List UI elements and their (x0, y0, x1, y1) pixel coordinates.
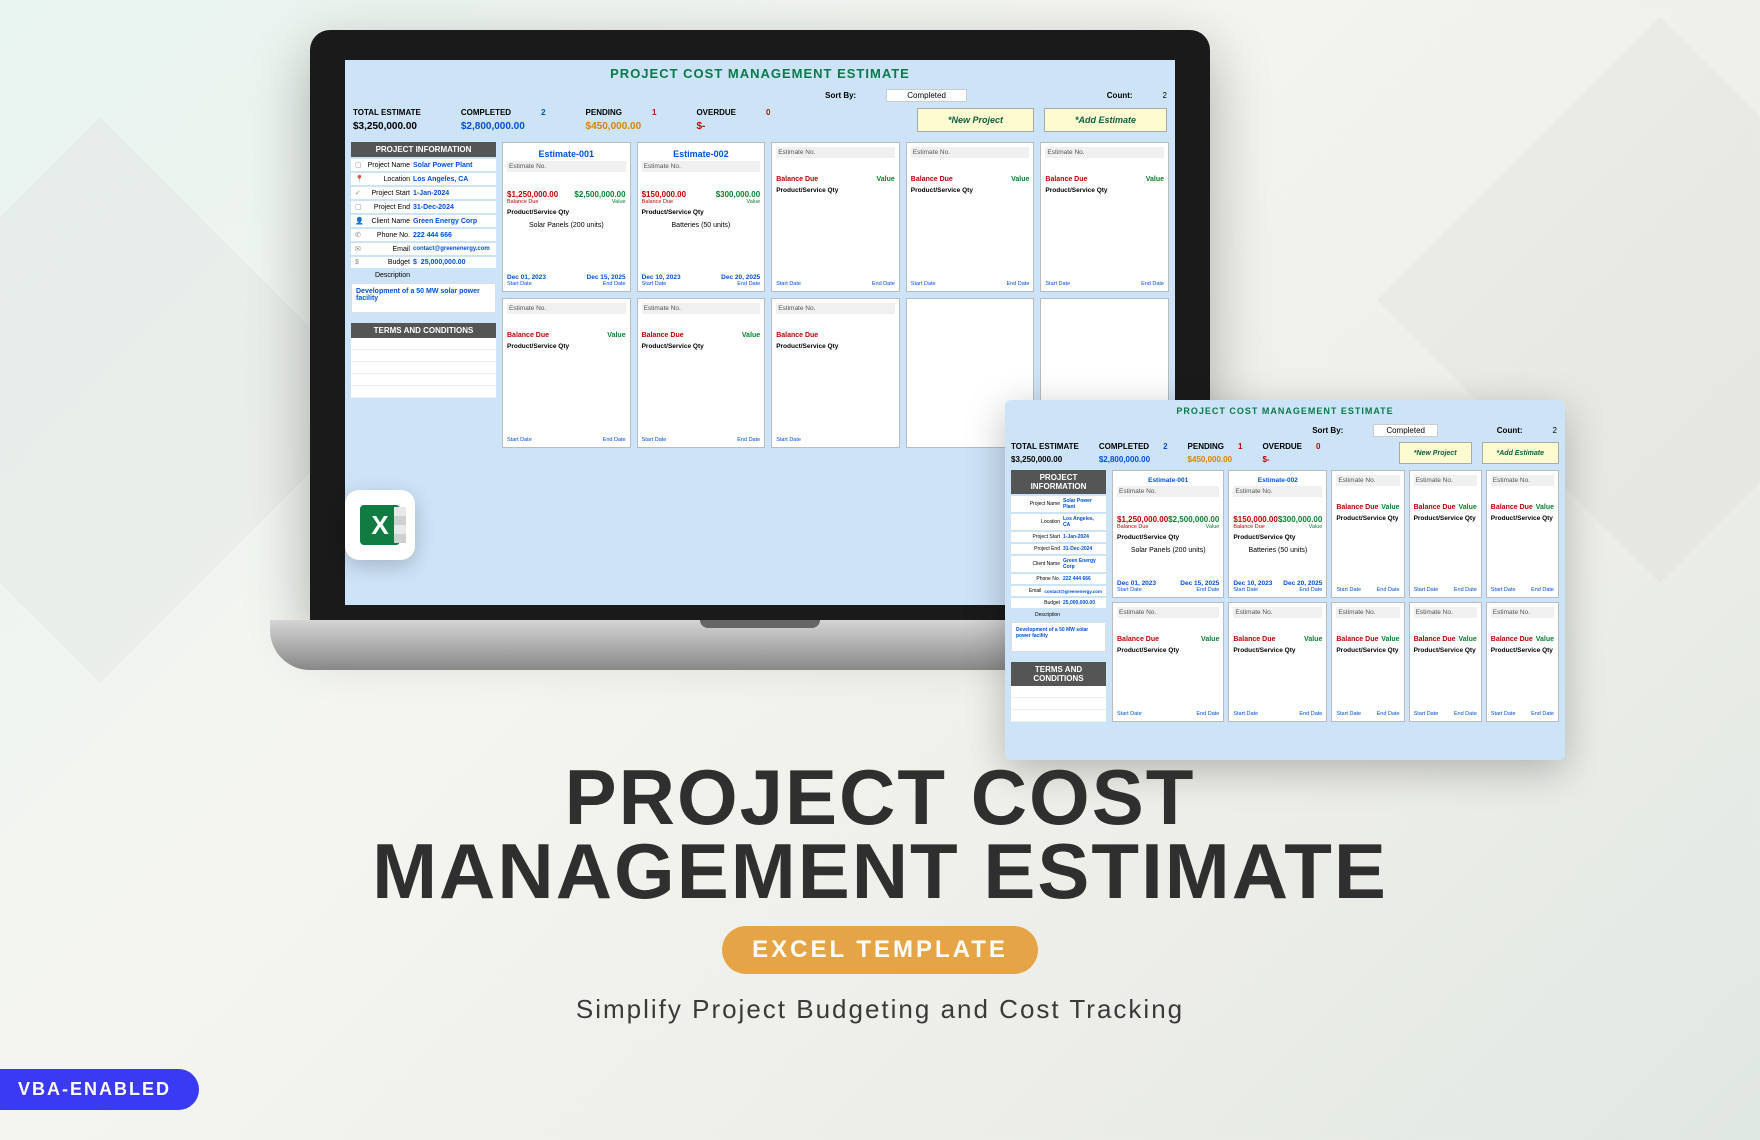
estimate-card-empty[interactable]: Estimate No. Balance DueValue Product/Se… (771, 142, 900, 292)
estimate-card-empty[interactable]: Estimate No. Balance DueValue Product/Se… (906, 142, 1035, 292)
sheet-title: PROJECT COST MANAGEMENT ESTIMATE (345, 60, 1175, 87)
estimate-card-empty[interactable]: Estimate No.Balance DueValueProduct/Serv… (1112, 602, 1224, 722)
info-budget: $ Budget $ 25,000,000.00 (351, 257, 496, 268)
info-desc-label: Description (351, 270, 496, 281)
card-start-date: Dec 01, 2023 (507, 274, 546, 281)
total-estimate-label: TOTAL ESTIMATE (353, 108, 421, 117)
card-end-date: Dec 15, 2025 (587, 274, 626, 281)
person-icon: 👤 (355, 217, 365, 225)
excel-icon: X (345, 490, 415, 560)
stats-row: TOTAL ESTIMATE $3,250,000.00 COMPLETED 2… (345, 104, 1175, 142)
info-location: 📍 Location Los Angeles, CA (351, 173, 496, 185)
estimate-card-empty[interactable]: Estimate No.Balance DueValueProduct/Serv… (1409, 470, 1482, 598)
card-estimate-no-label: Estimate No. (507, 161, 626, 172)
estimate-card-empty[interactable]: Estimate No. Balance DueValue Product/Se… (1040, 142, 1169, 292)
estimate-card-empty[interactable]: Estimate No.Balance DueValueProduct/Serv… (1331, 602, 1404, 722)
card-balance: $1,250,000.00 (507, 190, 558, 199)
estimate-card-empty[interactable]: Estimate No.Balance DueValueProduct/Serv… (1409, 602, 1482, 722)
sort-by-value[interactable]: Completed (886, 89, 967, 102)
total-estimate-value: $3,250,000.00 (353, 121, 421, 132)
card-item: Batteries (50 units) (642, 222, 761, 229)
hero-title: PROJECT COST MANAGEMENT ESTIMATE (0, 760, 1760, 908)
project-info-header: PROJECT INFORMATION (351, 142, 496, 157)
phone-icon: ✆ (355, 231, 365, 239)
estimate-card-empty[interactable]: Estimate No.Balance DueValueProduct/Serv… (1228, 602, 1327, 722)
overdue-value: $- (696, 121, 770, 132)
terms-header: TERMS AND CONDITIONS (351, 323, 496, 338)
new-project-button[interactable]: *New Project (1399, 442, 1472, 464)
estimate-card-empty[interactable]: Estimate No.Balance DueValueProduct/Serv… (1331, 470, 1404, 598)
terms-row (351, 374, 496, 386)
card-balance: $150,000.00 (642, 190, 687, 199)
estimate-card[interactable]: Estimate-002 Estimate No. $150,000.00$30… (1228, 470, 1327, 598)
card-id: Estimate-002 (642, 147, 761, 161)
estimate-card-empty[interactable]: Estimate No. Balance Due Product/Service… (771, 298, 900, 448)
info-email: ✉ Email contact@greenenergy.com (351, 243, 496, 255)
add-estimate-button[interactable]: *Add Estimate (1044, 108, 1167, 132)
estimate-card-empty[interactable]: Estimate No. Balance DueValue Product/Se… (502, 298, 631, 448)
new-project-button[interactable]: *New Project (917, 108, 1034, 132)
count-value: 2 (1163, 91, 1167, 100)
overdue-label: OVERDUE (696, 108, 736, 117)
check-icon: ✓ (355, 189, 365, 197)
estimate-card[interactable]: Estimate-001 Estimate No. $1,250,000.00 … (502, 142, 631, 292)
estimate-card-empty[interactable]: Estimate No. Balance DueValue Product/Se… (637, 298, 766, 448)
dollar-icon: $ (355, 259, 365, 266)
pending-label: PENDING (586, 108, 622, 117)
terms-row (351, 386, 496, 398)
info-project-name: ▢ Project Name Solar Power Plant (351, 159, 496, 171)
terms-row (351, 350, 496, 362)
document-icon: ▢ (355, 161, 365, 169)
calendar-icon: ▢ (355, 203, 365, 211)
vba-enabled-badge: VBA-ENABLED (0, 1069, 199, 1110)
card-value: $2,500,000.00 (574, 190, 625, 199)
project-info-sidebar: PROJECT INFORMATION ▢ Project Name Solar… (351, 142, 496, 448)
estimate-card[interactable]: Estimate-002 Estimate No. $150,000.00 $3… (637, 142, 766, 292)
hero-tagline: Simplify Project Budgeting and Cost Trac… (0, 994, 1760, 1025)
estimate-card-empty[interactable]: Estimate No.Balance DueValueProduct/Serv… (1486, 602, 1559, 722)
pending-count: 1 (652, 108, 656, 117)
terms-row (351, 338, 496, 350)
estimate-card[interactable]: Estimate-001 Estimate No. $1,250,000.00$… (1112, 470, 1224, 598)
pin-icon: 📍 (355, 175, 365, 183)
terms-row (351, 362, 496, 374)
hero-title-block: PROJECT COST MANAGEMENT ESTIMATE EXCEL T… (0, 760, 1760, 1025)
sort-bar: Sort By: Completed Count: 2 (345, 87, 1175, 104)
info-start: ✓ Project Start 1-Jan-2024 (351, 187, 496, 199)
card-id: Estimate-001 (507, 147, 626, 161)
card-item: Solar Panels (200 units) (507, 222, 626, 229)
count-label: Count: (1107, 91, 1133, 100)
estimate-card-empty[interactable]: Estimate No.Balance DueValueProduct/Serv… (1486, 470, 1559, 598)
info-desc-value: Development of a 50 MW solar power facil… (351, 283, 496, 313)
terms-section: TERMS AND CONDITIONS (351, 323, 496, 398)
card-value: $300,000.00 (716, 190, 761, 199)
sort-by-label: Sort By: (825, 91, 856, 100)
add-estimate-button[interactable]: *Add Estimate (1482, 442, 1559, 464)
completed-value: $2,800,000.00 (461, 121, 546, 132)
info-phone: ✆ Phone No. 222 444 666 (351, 229, 496, 241)
mail-icon: ✉ (355, 245, 365, 253)
completed-label: COMPLETED (461, 108, 511, 117)
secondary-screenshot: PROJECT COST MANAGEMENT ESTIMATE Sort By… (1005, 400, 1565, 760)
pending-value: $450,000.00 (586, 121, 657, 132)
completed-count: 2 (541, 108, 545, 117)
info-end: ▢ Project End 31-Dec-2024 (351, 201, 496, 213)
excel-template-pill: EXCEL TEMPLATE (722, 926, 1038, 974)
overdue-count: 0 (766, 108, 770, 117)
info-client: 👤 Client Name Green Energy Corp (351, 215, 496, 227)
